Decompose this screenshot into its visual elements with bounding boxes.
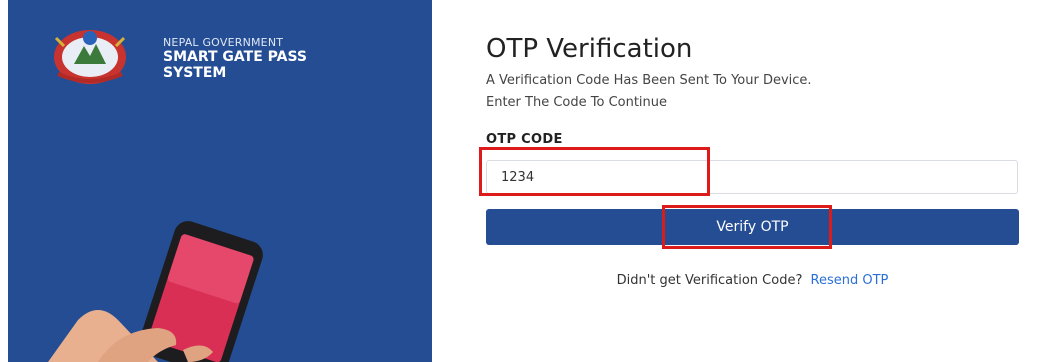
resend-prompt-text: Didn't get Verification Code? (616, 273, 803, 288)
otp-instructions-line1: A Verification Code Has Been Sent To You… (486, 73, 812, 88)
otp-instructions-line2: Enter The Code To Continue (486, 95, 668, 110)
nepal-emblem-icon (54, 30, 126, 84)
page-title: OTP Verification (486, 34, 693, 64)
resend-otp-link[interactable]: Resend OTP (811, 273, 889, 288)
brand-title-line1: SMART GATE PASS (163, 49, 307, 65)
otp-form: OTP Verification A Verification Code Has… (479, 0, 1020, 362)
otp-instructions: A Verification Code Has Been Sent To You… (486, 70, 1020, 114)
brand-title-line2: SYSTEM (163, 65, 227, 81)
otp-code-label: OTP CODE (486, 132, 563, 147)
brand-panel: NEPAL GOVERNMENT SMART GATE PASS SYSTEM (8, 0, 432, 362)
brand-title: SMART GATE PASS SYSTEM (163, 49, 307, 81)
brand-subtitle: NEPAL GOVERNMENT (163, 36, 284, 49)
phone-in-hand-illustration (48, 221, 263, 362)
page-margin (0, 0, 8, 362)
otp-code-input[interactable] (486, 160, 1018, 194)
resend-otp-row: Didn't get Verification Code? Resend OTP (486, 273, 1019, 288)
verify-otp-button[interactable]: Verify OTP (486, 209, 1019, 245)
